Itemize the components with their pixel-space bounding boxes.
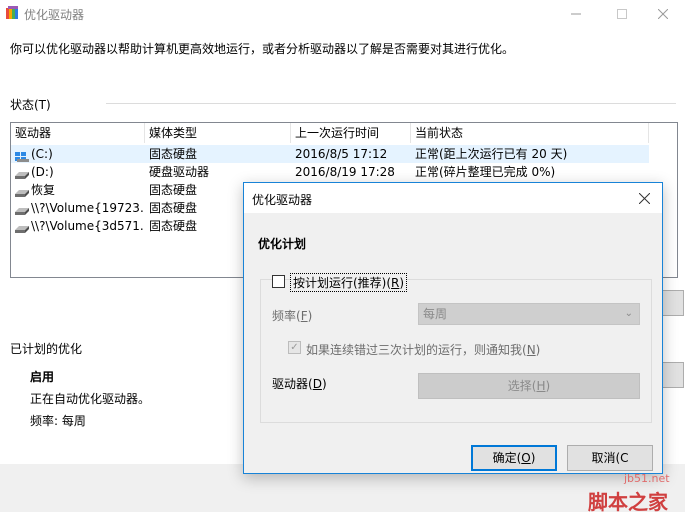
ok-button[interactable]: 确定(O): [471, 445, 557, 471]
dialog-close-button[interactable]: [632, 187, 656, 209]
optimization-schedule-dialog: 优化驱动器 优化计划 按计划运行(推荐)(R) 频率(F) 每周 ⌄ ✓ 如果连…: [243, 182, 663, 474]
column-header-media-type[interactable]: 媒体类型: [145, 123, 291, 143]
chevron-down-icon: ⌄: [624, 308, 633, 319]
minimize-button[interactable]: [553, 0, 599, 28]
frequency-label: 频率(F): [272, 309, 313, 323]
run-on-schedule-checkbox[interactable]: [272, 275, 285, 288]
drive-name: (C:): [31, 147, 53, 161]
drive-name: 恢复: [31, 183, 56, 197]
dialog-title: 优化驱动器: [252, 193, 313, 207]
last-run: 2016/8/19 17:28: [295, 165, 395, 179]
maximize-button[interactable]: [599, 0, 645, 28]
schedule-description: 正在自动优化驱动器。: [30, 392, 151, 406]
drive-name: \\?\Volume{19723...: [31, 201, 143, 215]
column-header-drive[interactable]: 驱动器: [11, 123, 145, 143]
change-settings-button[interactable]: [662, 362, 684, 388]
last-run: 2016/8/5 17:12: [295, 147, 388, 161]
dialog-title-bar: 优化驱动器: [244, 183, 662, 213]
frequency-value: 每周: [423, 307, 448, 321]
description-text: 你可以优化驱动器以帮助计算机更高效地运行，或者分析驱动器以了解是否需要对其进行优…: [10, 42, 515, 56]
status-section-label: 状态(T): [10, 98, 51, 112]
drive-name: \\?\Volume{3d571...: [31, 219, 143, 233]
cancel-button[interactable]: 取消(C: [567, 445, 653, 471]
watermark-url: jb51.net: [624, 472, 670, 485]
notify-label: 如果连续错过三次计划的运行，则通知我(N): [306, 343, 541, 357]
run-on-schedule-label[interactable]: 按计划运行(推荐)(R): [290, 273, 408, 292]
column-header-status[interactable]: 当前状态: [411, 123, 649, 143]
drive-icon: [15, 185, 29, 197]
drive-icon: [15, 167, 29, 179]
defrag-app-icon: [6, 6, 20, 20]
drives-label: 驱动器(D): [272, 377, 327, 391]
window-title: 优化驱动器: [24, 8, 85, 22]
drive-icon: [15, 221, 29, 233]
title-bar: 优化驱动器: [0, 0, 685, 28]
list-header: 驱动器 媒体类型 上一次运行时间 当前状态: [11, 123, 677, 143]
scheduled-optimization-label: 已计划的优化: [10, 342, 83, 356]
close-button[interactable]: [640, 0, 685, 28]
media-type: 硬盘驱动器: [149, 165, 210, 179]
current-status: 正常(碎片整理已完成 0%): [415, 165, 556, 179]
current-status: 正常(距上次运行已有 20 天): [415, 147, 568, 161]
media-type: 固态硬盘: [149, 147, 198, 161]
schedule-state: 启用: [30, 370, 55, 384]
choose-drives-button[interactable]: 选择(H): [418, 373, 640, 399]
dialog-heading: 优化计划: [258, 237, 307, 251]
schedule-frequency: 频率: 每周: [30, 414, 86, 428]
column-header-last-run[interactable]: 上一次运行时间: [291, 123, 411, 143]
optimize-button[interactable]: [662, 290, 684, 316]
drive-row[interactable]: (D:) 硬盘驱动器 2016/8/19 17:28 正常(碎片整理已完成 0%…: [11, 163, 649, 181]
drive-icon: [15, 203, 29, 215]
drive-name: (D:): [31, 165, 54, 179]
drive-row[interactable]: (C:) 固态硬盘 2016/8/5 17:12 正常(距上次运行已有 20 天…: [11, 145, 649, 163]
frequency-select[interactable]: 每周 ⌄: [418, 303, 640, 325]
notify-checkbox[interactable]: ✓: [288, 341, 301, 354]
watermark-text: 脚本之家: [588, 490, 668, 514]
section-divider: [106, 103, 676, 104]
close-icon: [638, 192, 650, 204]
system-drive-icon: [15, 149, 29, 162]
